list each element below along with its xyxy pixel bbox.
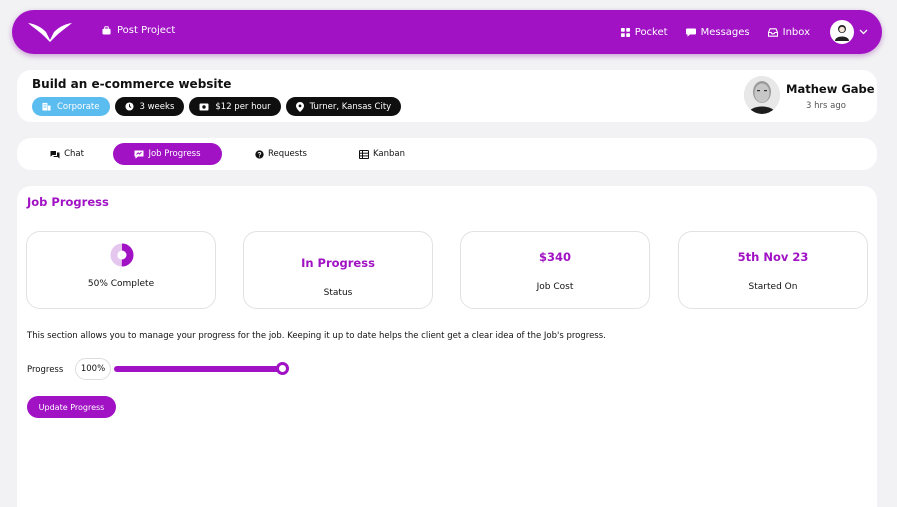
project-tags: Corporate 3 weeks $12 per hour Turner, K…: [32, 97, 406, 116]
tag-location: Turner, Kansas City: [285, 97, 402, 116]
grid-icon: [620, 27, 630, 37]
question-icon: [255, 149, 264, 159]
client-name[interactable]: Mathew Gabe: [786, 82, 875, 96]
stat-status: In Progress Status: [243, 231, 433, 309]
job-progress-panel: Job Progress 50% Complete In Progress St…: [17, 186, 877, 507]
nav-inbox[interactable]: Inbox: [767, 26, 810, 38]
tab-requests-label: Requests: [268, 149, 307, 159]
tab-job-progress[interactable]: Job Progress: [113, 143, 222, 165]
project-header-card: Build an e-commerce website Corporate 3 …: [17, 70, 877, 122]
tag-duration-label: 3 weeks: [139, 101, 175, 112]
kanban-icon: [358, 149, 369, 159]
tag-category-label: Corporate: [57, 101, 100, 112]
update-progress-button[interactable]: Update Progress: [27, 396, 116, 418]
tag-rate-label: $12 per hour: [215, 101, 271, 112]
chat-bubble-icon: [685, 28, 696, 37]
post-project-label: Post Project: [117, 25, 176, 36]
tag-location-label: Turner, Kansas City: [309, 101, 392, 112]
nav-inbox-label: Inbox: [782, 26, 810, 38]
user-avatar-icon: [835, 25, 849, 41]
section-title: Job Progress: [27, 195, 109, 209]
progress-value-pill: 100%: [75, 358, 111, 380]
briefcase-icon: [102, 26, 111, 35]
progress-slider-fill: [114, 366, 286, 372]
nav-messages-label: Messages: [700, 26, 750, 38]
tab-kanban[interactable]: Kanban: [347, 143, 417, 165]
nav-pocket-label: Pocket: [634, 26, 668, 38]
post-project-button[interactable]: Post Project: [102, 25, 175, 36]
chat-icon: [50, 150, 60, 158]
completion-label: 50% Complete: [87, 279, 155, 289]
project-title: Build an e-commerce website: [32, 77, 232, 91]
building-icon: [42, 102, 51, 111]
progress-label: Progress: [27, 365, 64, 375]
progress-chat-icon: [134, 150, 144, 159]
clock-icon: [124, 102, 134, 111]
status-value: In Progress: [301, 256, 375, 270]
tab-job-progress-label: Job Progress: [148, 149, 201, 159]
tab-requests[interactable]: Requests: [243, 143, 319, 165]
tag-category: Corporate: [32, 97, 110, 116]
status-label: Status: [323, 288, 353, 298]
nav-messages[interactable]: Messages: [685, 26, 750, 38]
top-navbar: Post Project Pocket Messages Inbox: [12, 10, 882, 54]
chevron-down-icon[interactable]: [859, 29, 868, 35]
location-pin-icon: [295, 101, 304, 112]
tag-duration: 3 weeks: [114, 97, 185, 116]
tab-kanban-label: Kanban: [372, 149, 405, 159]
nav-right-group: Pocket Messages Inbox: [603, 10, 868, 54]
logo-icon[interactable]: [26, 20, 74, 44]
user-avatar[interactable]: [830, 20, 854, 44]
progress-slider-thumb[interactable]: [276, 362, 289, 375]
client-avatar[interactable]: [744, 76, 780, 114]
progress-slider[interactable]: [114, 362, 289, 375]
tab-chat[interactable]: Chat: [39, 143, 95, 165]
started-on-label: Started On: [748, 282, 798, 292]
client-portrait-icon: [744, 76, 780, 114]
stat-completion: 50% Complete: [26, 231, 216, 309]
completion-donut-icon: [110, 243, 134, 267]
tabs-bar: Chat Job Progress Requests Kanban: [17, 138, 877, 170]
money-icon: [199, 103, 209, 110]
job-cost-label: Job Cost: [536, 282, 574, 292]
client-time: 3 hrs ago: [806, 101, 846, 111]
inbox-icon: [767, 27, 778, 37]
progress-description: This section allows you to manage your p…: [27, 331, 606, 341]
tag-rate: $12 per hour: [189, 97, 281, 116]
job-cost-value: $340: [538, 250, 571, 264]
started-on-value: 5th Nov 23: [737, 250, 809, 264]
tab-chat-label: Chat: [64, 149, 84, 159]
nav-pocket[interactable]: Pocket: [620, 26, 668, 38]
stat-started-on: 5th Nov 23 Started On: [678, 231, 868, 309]
stat-job-cost: $340 Job Cost: [460, 231, 650, 309]
